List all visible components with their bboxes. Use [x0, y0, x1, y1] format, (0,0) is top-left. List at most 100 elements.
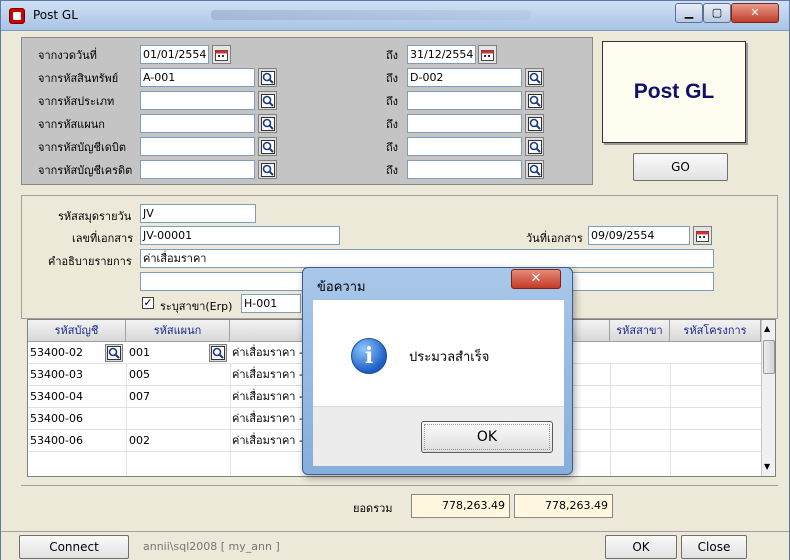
to-type-field[interactable] [407, 91, 522, 110]
journal-label: รหัสสมุดรายวัน [58, 210, 132, 223]
criteria-to-label-type: ถึง [386, 95, 399, 108]
title-bar-blurred-region [211, 10, 531, 20]
info-icon: i [351, 338, 387, 374]
docdate-calendar-button[interactable] [693, 226, 712, 245]
calendar-icon [215, 49, 228, 61]
branch-checkbox[interactable]: ✓ [142, 297, 154, 309]
from-debit-account-field[interactable] [140, 137, 255, 156]
col-header-project[interactable]: รหัสโครงการ [670, 320, 761, 342]
from-dept-lookup-button[interactable] [258, 114, 277, 133]
to-debit-account-field[interactable] [407, 137, 522, 156]
criteria-label-period: จากงวดวันที่ [38, 49, 97, 62]
search-icon [527, 93, 542, 108]
col-header-account[interactable]: รหัสบัญชี [28, 320, 126, 342]
maximize-button[interactable]: ▢ [703, 3, 731, 23]
totals-label: ยอดรวม [353, 502, 393, 515]
from-debit-account-lookup-button[interactable] [258, 137, 277, 156]
scrollbar-thumb[interactable] [763, 340, 775, 374]
search-icon [107, 346, 121, 360]
dialog-message: ประมวลสำเร็จ [409, 350, 490, 365]
cell-account: 53400-02 [30, 346, 83, 359]
status-bar: Connect annii\sql2008 [ my_ann ] OK Clos… [1, 531, 789, 560]
to-type-lookup-button[interactable] [525, 91, 544, 110]
from-dept-field[interactable] [140, 114, 255, 133]
description-label: คำอธิบายรายการ [48, 255, 132, 268]
from-asset-lookup-button[interactable] [258, 68, 277, 87]
cell-dept: 007 [129, 390, 150, 403]
post-gl-banner: Post GL [602, 41, 746, 143]
criteria-label-credit-account: จากรหัสบัญชีเครดิต [38, 164, 133, 177]
to-dept-field[interactable] [407, 114, 522, 133]
search-icon [260, 116, 275, 131]
dialog-body: i ประมวลสำเร็จ [313, 300, 564, 406]
from-type-lookup-button[interactable] [258, 91, 277, 110]
window-title: Post GL [33, 8, 78, 22]
grid-vertical-scrollbar[interactable]: ▲ ▼ [761, 320, 775, 476]
col-header-dept[interactable]: รหัสแผนก [126, 320, 230, 342]
to-date-calendar-button[interactable] [478, 45, 497, 64]
cell-dept: 001 [129, 346, 150, 359]
criteria-panel: จากงวดวันที่ 01/01/2554 ถึง 31/12/2554 จ… [21, 37, 593, 185]
go-button[interactable]: GO [633, 153, 728, 181]
branch-label: ระบุสาขา(Erp) [160, 300, 233, 313]
docdate-field[interactable]: 09/09/2554 [588, 226, 690, 245]
criteria-to-label-asset: ถึง [386, 72, 399, 85]
from-date-field[interactable]: 01/01/2554 [140, 45, 209, 64]
docno-field[interactable]: JV-00001 [140, 226, 340, 245]
connect-button[interactable]: Connect [19, 535, 129, 559]
close-icon: ✕ [750, 6, 760, 19]
branch-field[interactable]: H-001 [241, 294, 301, 313]
criteria-to-label-debit-account: ถึง [386, 141, 399, 154]
to-date-field[interactable]: 31/12/2554 [407, 45, 476, 64]
to-credit-account-lookup-button[interactable] [525, 160, 544, 179]
row-dept-lookup-button[interactable] [209, 344, 227, 362]
to-dept-lookup-button[interactable] [525, 114, 544, 133]
search-icon [527, 70, 542, 85]
close-window-button[interactable]: ✕ [731, 3, 779, 23]
connection-info: annii\sql2008 [ my_ann ] [143, 540, 280, 553]
cell-account: 53400-03 [30, 368, 83, 381]
to-asset-lookup-button[interactable] [525, 68, 544, 87]
dialog-footer: OK [313, 406, 564, 466]
dialog-title: ข้อความ [317, 280, 366, 295]
maximize-icon: ▢ [711, 6, 723, 19]
scroll-down-arrow-icon[interactable]: ▼ [764, 462, 770, 471]
search-icon [260, 162, 275, 177]
from-asset-field[interactable]: A-001 [140, 68, 255, 87]
description-field[interactable]: ค่าเสื่อมราคา [140, 249, 714, 268]
scroll-up-arrow-icon[interactable]: ▲ [764, 324, 770, 333]
cell-account: 53400-06 [30, 412, 83, 425]
criteria-to-label-period: ถึง [386, 49, 399, 62]
journal-field[interactable]: JV [140, 204, 256, 223]
criteria-label-debit-account: จากรหัสบัญชีเดบิต [38, 141, 127, 154]
search-icon [260, 70, 275, 85]
dialog-close-button[interactable]: ✕ [511, 269, 561, 289]
to-debit-account-lookup-button[interactable] [525, 137, 544, 156]
dialog-ok-button[interactable]: OK [421, 421, 553, 453]
search-icon [527, 139, 542, 154]
post-gl-banner-text: Post GL [633, 80, 715, 103]
row-account-lookup-button[interactable] [105, 344, 123, 362]
cell-dept: 002 [129, 434, 150, 447]
criteria-label-dept: จากรหัสแผนก [38, 118, 105, 131]
from-date-calendar-button[interactable] [212, 45, 231, 64]
ok-button[interactable]: OK [605, 535, 677, 559]
criteria-to-label-dept: ถึง [386, 118, 399, 131]
cell-account: 53400-04 [30, 390, 83, 403]
from-credit-account-lookup-button[interactable] [258, 160, 277, 179]
to-credit-account-field[interactable] [407, 160, 522, 179]
total-debit-field: 778,263.49 [411, 494, 510, 518]
search-icon [211, 346, 225, 360]
totals-bar: ยอดรวม 778,263.49 778,263.49 [21, 485, 778, 525]
search-icon [260, 139, 275, 154]
col-header-branch[interactable]: รหัสสาขา [610, 320, 670, 342]
from-type-field[interactable] [140, 91, 255, 110]
search-icon [527, 116, 542, 131]
from-credit-account-field[interactable] [140, 160, 255, 179]
to-asset-field[interactable]: D-002 [407, 68, 522, 87]
cell-dept [129, 408, 219, 430]
close-button[interactable]: Close [681, 535, 747, 559]
docdate-label: วันที่เอกสาร [526, 232, 583, 245]
minimize-button[interactable]: ▁ [675, 3, 703, 23]
minimize-icon: ▁ [684, 6, 694, 19]
